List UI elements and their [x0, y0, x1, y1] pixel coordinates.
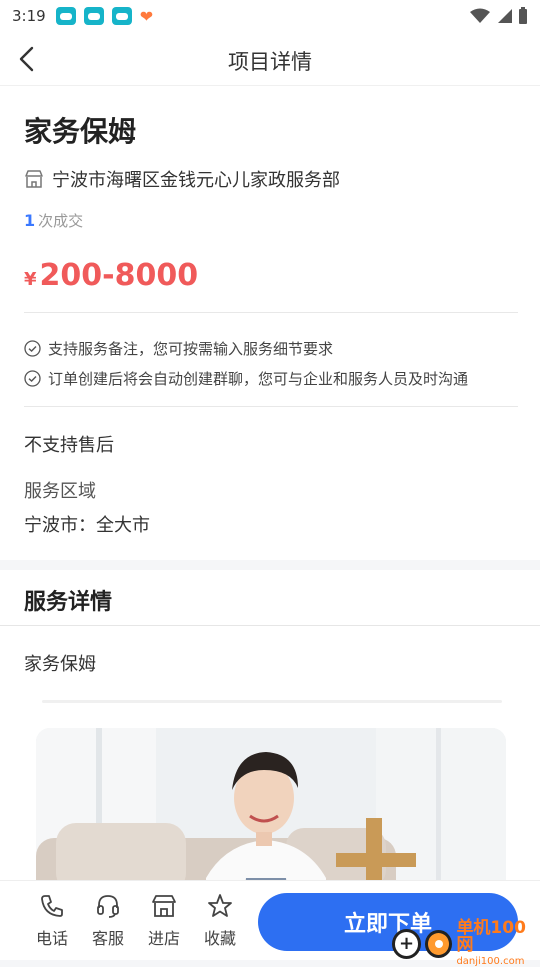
favorite-button[interactable]: 收藏 [196, 893, 244, 949]
currency-symbol: ¥ [24, 269, 37, 290]
battery-icon [519, 7, 527, 24]
service-area-value: 宁波市：全大市 [24, 515, 150, 536]
feature-item: 支持服务备注，您可按需输入服务细节要求 [24, 338, 333, 359]
price-range: 200-8000 [39, 258, 199, 293]
watermark-plus-icon: + [392, 928, 422, 959]
price: ¥200-8000 [24, 258, 198, 293]
divider [0, 625, 540, 626]
top-nav-bar: 项目详情 [0, 32, 540, 86]
store-icon [152, 895, 176, 917]
status-time: 3:19 [12, 7, 46, 25]
section-title: 服务详情 [24, 590, 113, 615]
service-area-label: 服务区域 [24, 481, 96, 502]
shop-link[interactable]: 宁波市海曙区金钱元心儿家政服务部 [24, 166, 340, 192]
favorite-label: 收藏 [203, 929, 236, 948]
feature-text: 订单创建后将会自动创建群聊，您可与企业和服务人员及时沟通 [48, 370, 469, 388]
check-circle-icon [24, 370, 41, 387]
phone-icon [41, 895, 63, 917]
status-bar: 3:19 ❤ [0, 0, 540, 32]
service-photo [36, 728, 506, 880]
product-info-card: 家务保姆 宁波市海曙区金钱元心儿家政服务部 1 次成交 ¥200-8000 支持服… [0, 86, 540, 560]
app-notification-icon [55, 7, 76, 25]
watermark-circle-icon [425, 929, 453, 958]
phone-label: 电话 [35, 929, 68, 948]
product-title: 家务保姆 [24, 115, 137, 148]
wifi-icon [470, 8, 490, 23]
phone-button[interactable]: 电话 [28, 893, 76, 949]
service-details-card: 服务详情 家务保姆 [0, 570, 540, 880]
signal-icon [498, 9, 512, 23]
heart-notification-icon: ❤ [139, 6, 154, 26]
feature-text: 支持服务备注，您可按需输入服务细节要求 [48, 340, 334, 358]
feature-item: 订单创建后将会自动创建群聊，您可与企业和服务人员及时沟通 [24, 368, 468, 389]
status-indicators [470, 7, 528, 25]
headset-icon [97, 895, 119, 918]
app-notification-icon [111, 7, 132, 25]
deal-count-row: 1 次成交 [24, 210, 83, 231]
divider [24, 312, 518, 313]
visit-store-label: 进店 [147, 929, 180, 948]
shop-name: 宁波市海曙区金钱元心儿家政服务部 [52, 170, 340, 191]
housekeeper-illustration [36, 728, 506, 880]
app-notification-icon [83, 7, 104, 25]
image-edge [42, 700, 502, 703]
deal-label: 次成交 [38, 212, 84, 230]
after-sale-note: 不支持售后 [24, 435, 114, 456]
deal-count: 1 [24, 211, 36, 230]
customer-service-button[interactable]: 客服 [84, 893, 132, 949]
watermark-en: danji100.com [456, 956, 525, 967]
details-text: 家务保姆 [24, 654, 96, 675]
watermark-cn: 单机100网 [456, 918, 526, 955]
customer-service-label: 客服 [91, 929, 124, 948]
star-icon [208, 894, 232, 917]
store-icon [25, 170, 43, 188]
check-circle-icon [24, 340, 41, 357]
page-title: 项目详情 [228, 50, 312, 74]
visit-store-button[interactable]: 进店 [140, 893, 188, 949]
divider [24, 406, 518, 407]
